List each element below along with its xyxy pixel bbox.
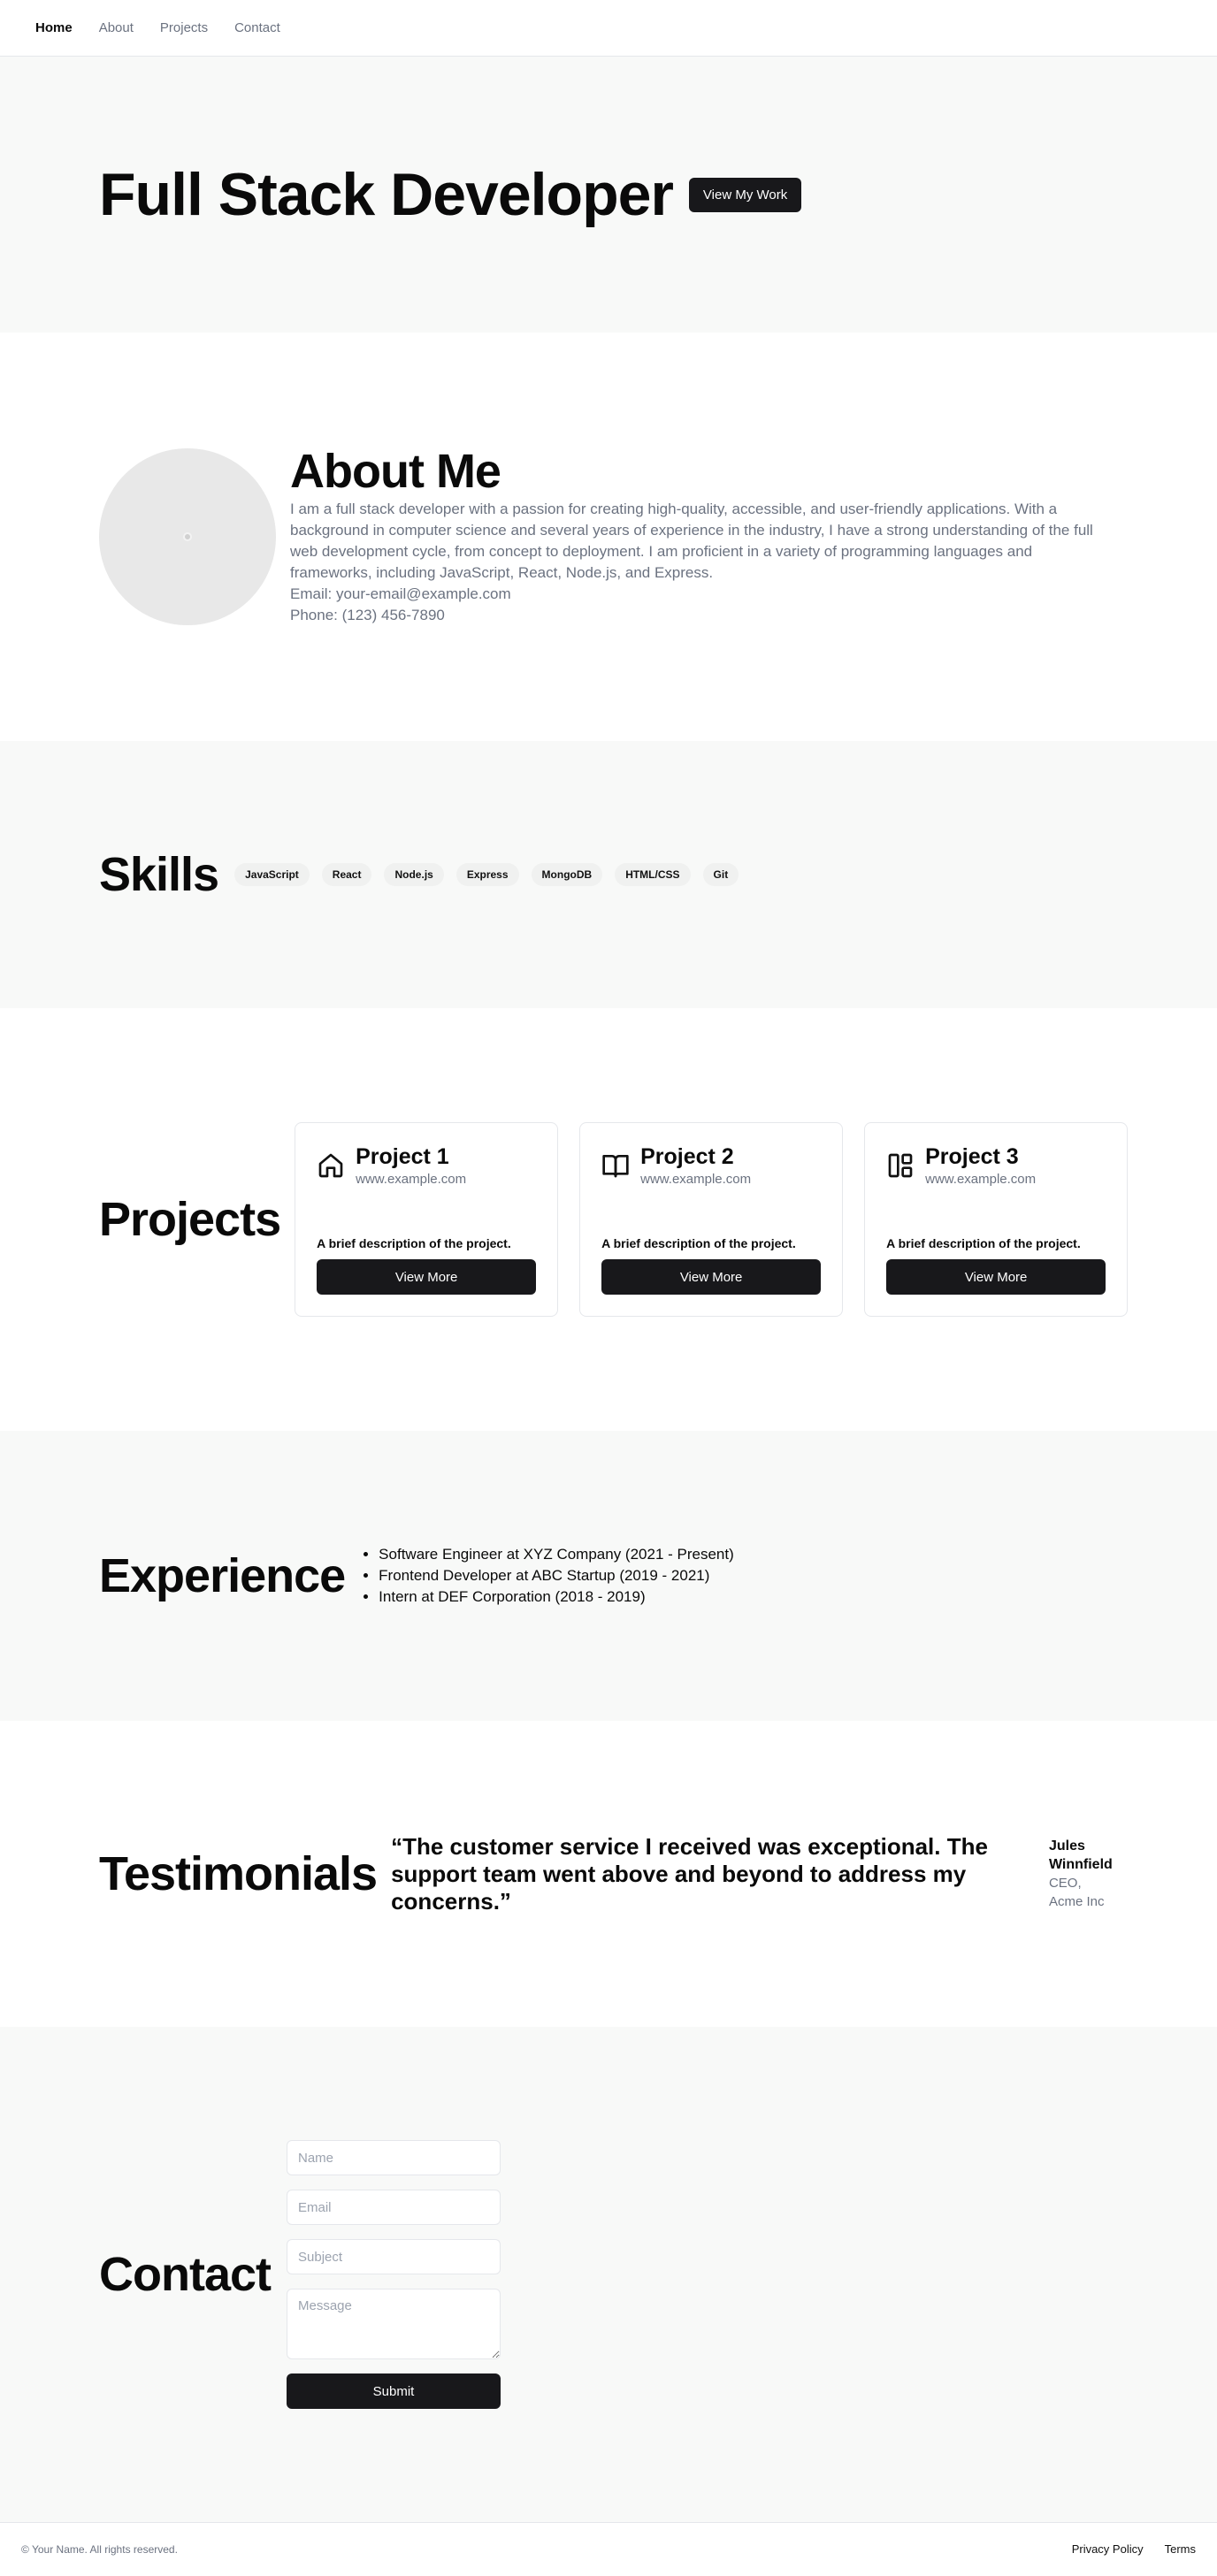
projects-title: Projects — [99, 1193, 281, 1246]
testimonial-quote: “The customer service I received was exc… — [391, 1832, 988, 1915]
project-title: Project 1 — [356, 1144, 449, 1169]
project-title: Project 3 — [925, 1144, 1019, 1169]
skill-chip: React — [321, 863, 372, 886]
experience-item: Intern at DEF Corporation (2018 - 2019) — [379, 1586, 734, 1608]
skills-list: JavaScript React Node.js Express MongoDB… — [234, 863, 739, 886]
view-more-button[interactable]: View More — [601, 1259, 822, 1295]
author-role: CEO, Acme Inc — [1048, 1876, 1105, 1909]
testimonial-author: Jules Winnfield CEO, Acme Inc — [1049, 1837, 1118, 1911]
project-card-1: Project 1 www.example.com A brief descri… — [295, 1122, 559, 1317]
book-open-icon — [602, 1155, 629, 1178]
nav-about[interactable]: About — [99, 20, 134, 35]
skill-chip: Node.js — [384, 863, 444, 886]
project-url: www.example.com — [356, 1172, 467, 1187]
testimonials-section: Testimonials “The customer service I rec… — [0, 1721, 1217, 2027]
email-input[interactable] — [287, 2190, 501, 2225]
submit-button[interactable]: Submit — [287, 2373, 501, 2409]
nav-home[interactable]: Home — [35, 20, 73, 35]
contact-title: Contact — [99, 2248, 272, 2301]
footer: © Your Name. All rights reserved. Privac… — [0, 2522, 1217, 2575]
avatar — [99, 448, 276, 625]
testimonials-title: Testimonials — [99, 1847, 378, 1900]
author-name: Jules Winnfield — [1048, 1838, 1113, 1872]
avatar-placeholder-icon — [183, 532, 192, 541]
projects-section: Projects Project 1 www.example.com A bri… — [0, 1008, 1217, 1431]
name-input[interactable] — [287, 2140, 501, 2175]
message-input[interactable] — [287, 2289, 501, 2359]
top-nav: Home About Projects Contact — [0, 0, 1217, 57]
skill-chip: HTML/CSS — [615, 863, 691, 886]
contact-form: Submit — [287, 2140, 501, 2409]
hero-section: Full Stack Developer View My Work — [0, 57, 1217, 333]
view-more-button[interactable]: View More — [886, 1259, 1106, 1295]
skill-chip: MongoDB — [531, 863, 603, 886]
copyright-text: © Your Name. All rights reserved. — [21, 2542, 178, 2556]
experience-item: Software Engineer at XYZ Company (2021 -… — [379, 1544, 734, 1565]
nav-projects[interactable]: Projects — [160, 20, 208, 35]
experience-list: Software Engineer at XYZ Company (2021 -… — [357, 1544, 734, 1608]
project-description: A brief description of the project. — [886, 1236, 1081, 1250]
about-section: About Me I am a full stack developer wit… — [0, 333, 1217, 741]
skills-section: Skills JavaScript React Node.js Express … — [0, 741, 1217, 1008]
skill-chip: Git — [702, 863, 739, 886]
about-email: Email: your-email@example.com — [290, 585, 511, 602]
about-title: About Me — [290, 445, 501, 498]
hero-title: Full Stack Developer — [99, 161, 674, 228]
nav-contact[interactable]: Contact — [234, 20, 280, 35]
project-card-header: Project 2 www.example.com — [601, 1144, 821, 1187]
subject-input[interactable] — [287, 2239, 501, 2274]
view-my-work-button[interactable]: View My Work — [688, 177, 802, 212]
about-content: About Me I am a full stack developer wit… — [290, 447, 1104, 626]
project-cards: Project 1 www.example.com A brief descri… — [295, 1122, 1129, 1317]
project-description: A brief description of the project. — [601, 1236, 796, 1250]
view-more-button[interactable]: View More — [317, 1259, 537, 1295]
project-url: www.example.com — [925, 1172, 1037, 1187]
skill-chip: JavaScript — [234, 863, 310, 886]
terms-link[interactable]: Terms — [1165, 2542, 1196, 2556]
project-card-header: Project 3 www.example.com — [886, 1144, 1106, 1187]
skills-title: Skills — [99, 848, 219, 901]
privacy-policy-link[interactable]: Privacy Policy — [1072, 2542, 1144, 2556]
footer-links: Privacy Policy Terms — [1072, 2542, 1196, 2556]
experience-title: Experience — [99, 1549, 346, 1602]
project-card-header: Project 1 www.example.com — [317, 1144, 536, 1187]
project-card-3: Project 3 www.example.com A brief descri… — [864, 1122, 1129, 1317]
skill-chip: Express — [455, 863, 519, 886]
layout-icon — [888, 1153, 913, 1178]
experience-item: Frontend Developer at ABC Startup (2019 … — [379, 1565, 734, 1586]
home-icon — [318, 1153, 343, 1178]
project-title: Project 2 — [640, 1144, 734, 1169]
experience-section: Experience Software Engineer at XYZ Comp… — [0, 1431, 1217, 1721]
project-url: www.example.com — [640, 1172, 752, 1187]
project-card-2: Project 2 www.example.com A brief descri… — [579, 1122, 844, 1317]
contact-section: Contact Submit — [0, 2027, 1217, 2522]
about-phone: Phone: (123) 456-7890 — [290, 607, 445, 623]
project-description: A brief description of the project. — [317, 1236, 511, 1250]
about-bio: I am a full stack developer with a passi… — [290, 501, 1093, 581]
